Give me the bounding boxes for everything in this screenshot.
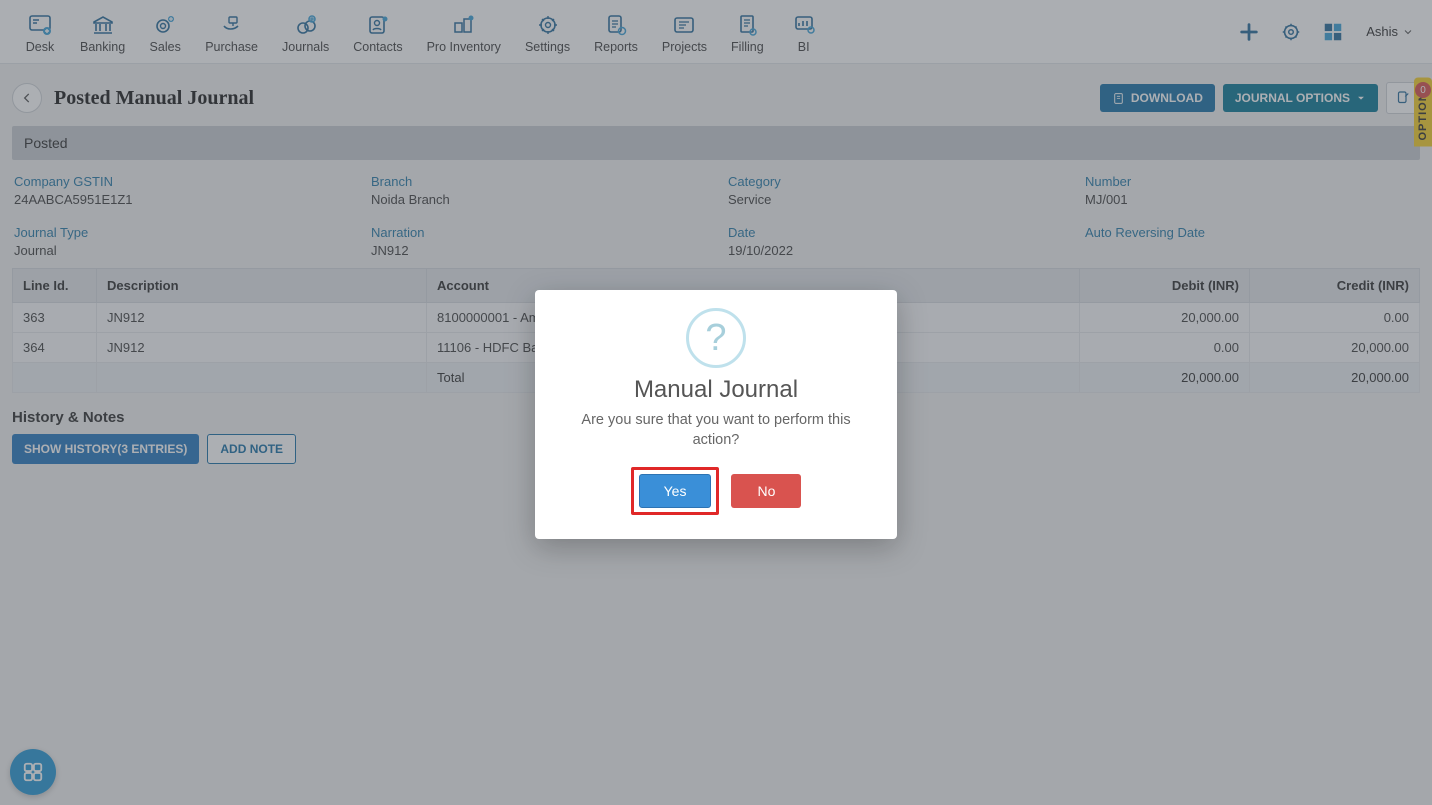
- modal-message: Are you sure that you want to perform th…: [557, 410, 875, 451]
- modal-overlay: ? Manual Journal Are you sure that you w…: [0, 0, 1432, 805]
- question-icon: ?: [686, 308, 746, 368]
- confirm-modal: ? Manual Journal Are you sure that you w…: [535, 290, 897, 539]
- yes-highlight: Yes: [631, 467, 720, 515]
- confirm-yes-button[interactable]: Yes: [639, 474, 712, 508]
- confirm-no-button[interactable]: No: [731, 474, 801, 508]
- modal-actions: Yes No: [557, 467, 875, 515]
- modal-title: Manual Journal: [557, 376, 875, 404]
